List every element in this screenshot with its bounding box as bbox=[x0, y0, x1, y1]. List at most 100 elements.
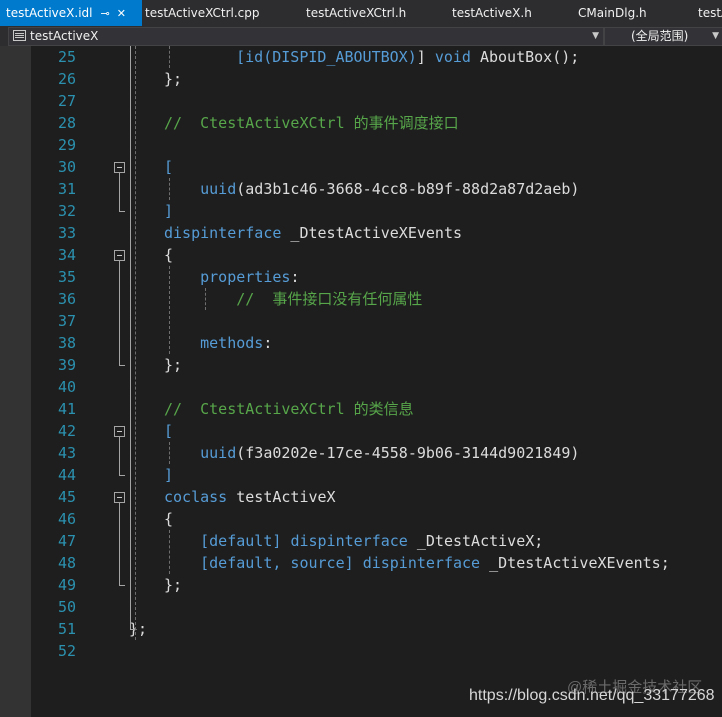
code-token: AboutBox(); bbox=[470, 48, 580, 66]
code-line: 46 { bbox=[0, 508, 722, 530]
code-line: 49}; bbox=[0, 574, 722, 596]
tab-label: testActiveX.h bbox=[452, 6, 532, 20]
code-line: 25 [id(DISPID_ABOUTBOX)] void AboutBox()… bbox=[0, 46, 722, 68]
line-number: 42 bbox=[57, 422, 76, 440]
code-line: 34 { bbox=[0, 244, 722, 266]
code-token: // 事件接口没有任何属性 bbox=[236, 290, 423, 308]
code-line: 48 [default, source] dispinterface _Dtes… bbox=[0, 552, 722, 574]
collapse-toggle-icon[interactable] bbox=[114, 492, 125, 503]
tab-testactivexctrl-cpp[interactable]: testActiveXCtrl.cpp bbox=[145, 0, 260, 26]
code-line: 50 bbox=[0, 596, 722, 618]
line-number: 34 bbox=[57, 246, 76, 264]
tab-cmaindlg-h[interactable]: CMainDlg.h bbox=[578, 0, 647, 26]
indent-guide bbox=[169, 46, 170, 68]
code-token: _DtestActiveXEvents; bbox=[480, 554, 670, 572]
code-line: 27 bbox=[0, 90, 722, 112]
line-number: 28 bbox=[57, 114, 76, 132]
project-dropdown[interactable]: testActiveX ▼ bbox=[8, 27, 604, 46]
code-token: }; bbox=[164, 356, 183, 374]
line-code: [default, source] dispinterface _DtestAc… bbox=[164, 552, 670, 574]
code-token: { bbox=[164, 510, 174, 528]
line-number: 47 bbox=[57, 532, 76, 550]
code-line: 26}; bbox=[0, 68, 722, 90]
line-number: 51 bbox=[57, 620, 76, 638]
close-icon[interactable]: ✕ bbox=[117, 7, 126, 20]
code-token: [ bbox=[164, 158, 174, 176]
code-token: [default] bbox=[200, 532, 282, 550]
line-number: 37 bbox=[57, 312, 76, 330]
line-number: 36 bbox=[57, 290, 76, 308]
line-number: 38 bbox=[57, 334, 76, 352]
code-line: 33 dispinterface _DtestActiveXEvents bbox=[0, 222, 722, 244]
line-number: 35 bbox=[57, 268, 76, 286]
tab-testactivexctrl-h[interactable]: testActiveXCtrl.h bbox=[306, 0, 406, 26]
code-token: id(DISPID_ABOUTBOX) bbox=[245, 48, 417, 66]
outline-end bbox=[119, 475, 125, 476]
code-token: dispinterface bbox=[164, 224, 282, 242]
line-code: [ bbox=[164, 420, 173, 442]
line-number: 43 bbox=[57, 444, 76, 462]
line-code: // 事件接口没有任何属性 bbox=[164, 288, 422, 310]
collapse-toggle-icon[interactable] bbox=[114, 426, 125, 437]
line-number: 30 bbox=[57, 158, 76, 176]
scope-name: (全局范围) bbox=[631, 29, 689, 43]
outline-bar bbox=[130, 46, 131, 629]
code-token: (ad3b1c46-3668-4cc8-b89f-88d2a87d2aeb) bbox=[236, 180, 580, 198]
collapse-toggle-icon[interactable] bbox=[114, 162, 125, 173]
line-code: [id(DISPID_ABOUTBOX)] void AboutBox(); bbox=[200, 46, 579, 68]
tab-testactivex-h[interactable]: testActiveX.h bbox=[452, 0, 532, 26]
line-code: // CtestActiveXCtrl 的事件调度接口 bbox=[164, 112, 459, 134]
project-icon bbox=[13, 30, 26, 41]
line-number: 46 bbox=[57, 510, 76, 528]
tab-testactivex-idl[interactable]: testActiveX.idl ⊸ ✕ bbox=[0, 0, 142, 26]
code-token: dispinterface bbox=[362, 554, 481, 572]
indent-guide bbox=[169, 178, 170, 200]
line-code: [ bbox=[164, 156, 173, 178]
code-token: // CtestActiveXCtrl 的事件调度接口 bbox=[164, 114, 459, 132]
line-code: dispinterface _DtestActiveXEvents bbox=[164, 222, 462, 244]
indent-guide bbox=[169, 442, 170, 464]
line-number: 27 bbox=[57, 92, 76, 110]
collapse-toggle-icon[interactable] bbox=[114, 250, 125, 261]
line-number: 32 bbox=[57, 202, 76, 220]
line-number: 33 bbox=[57, 224, 76, 242]
code-token: { bbox=[164, 246, 174, 264]
line-number: 49 bbox=[57, 576, 76, 594]
line-number: 25 bbox=[57, 48, 76, 66]
code-token: coclass bbox=[164, 488, 228, 506]
code-line: 52 bbox=[0, 640, 722, 662]
code-line: 29 bbox=[0, 134, 722, 156]
outline-end bbox=[119, 365, 125, 366]
line-number: 50 bbox=[57, 598, 76, 616]
pin-icon[interactable]: ⊸ bbox=[100, 7, 109, 20]
outline-bar bbox=[119, 437, 120, 475]
code-token: properties bbox=[200, 268, 291, 286]
scope-dropdown[interactable]: (全局范围) ▼ bbox=[604, 27, 722, 46]
code-token: _DtestActiveX; bbox=[407, 532, 544, 550]
code-token: : bbox=[263, 334, 273, 352]
navigation-bar: testActiveX ▼ (全局范围) ▼ bbox=[0, 26, 722, 46]
code-token: (f3a0202e-17ce-4558-9b06-3144d9021849) bbox=[236, 444, 580, 462]
chevron-down-icon: ▼ bbox=[712, 31, 719, 41]
indent-guide bbox=[135, 46, 136, 640]
tab-label: CMainDlg.h bbox=[578, 6, 647, 20]
line-number: 48 bbox=[57, 554, 76, 572]
line-code: }; bbox=[164, 354, 182, 376]
code-token: testActiveX bbox=[227, 488, 336, 506]
code-token: }; bbox=[164, 576, 183, 594]
code-editor[interactable]: 25 [id(DISPID_ABOUTBOX)] void AboutBox()… bbox=[0, 46, 722, 717]
outline-bar bbox=[119, 503, 120, 585]
indent-guide bbox=[169, 266, 170, 354]
code-token: _DtestActiveXEvents bbox=[281, 224, 463, 242]
document-tab-strip: testActiveX.idl ⊸ ✕ testActiveXCtrl.cpp te… bbox=[0, 0, 722, 26]
code-line: 35 properties: bbox=[0, 266, 722, 288]
line-code: uuid(f3a0202e-17ce-4558-9b06-3144d902184… bbox=[164, 442, 579, 464]
line-code: }; bbox=[164, 68, 182, 90]
line-number: 44 bbox=[57, 466, 76, 484]
line-number: 31 bbox=[57, 180, 76, 198]
code-token: uuid bbox=[200, 180, 237, 198]
tab-testa-truncated[interactable]: testA bbox=[698, 0, 722, 26]
line-code: { bbox=[164, 508, 173, 530]
tab-label: testActiveXCtrl.cpp bbox=[145, 6, 260, 20]
